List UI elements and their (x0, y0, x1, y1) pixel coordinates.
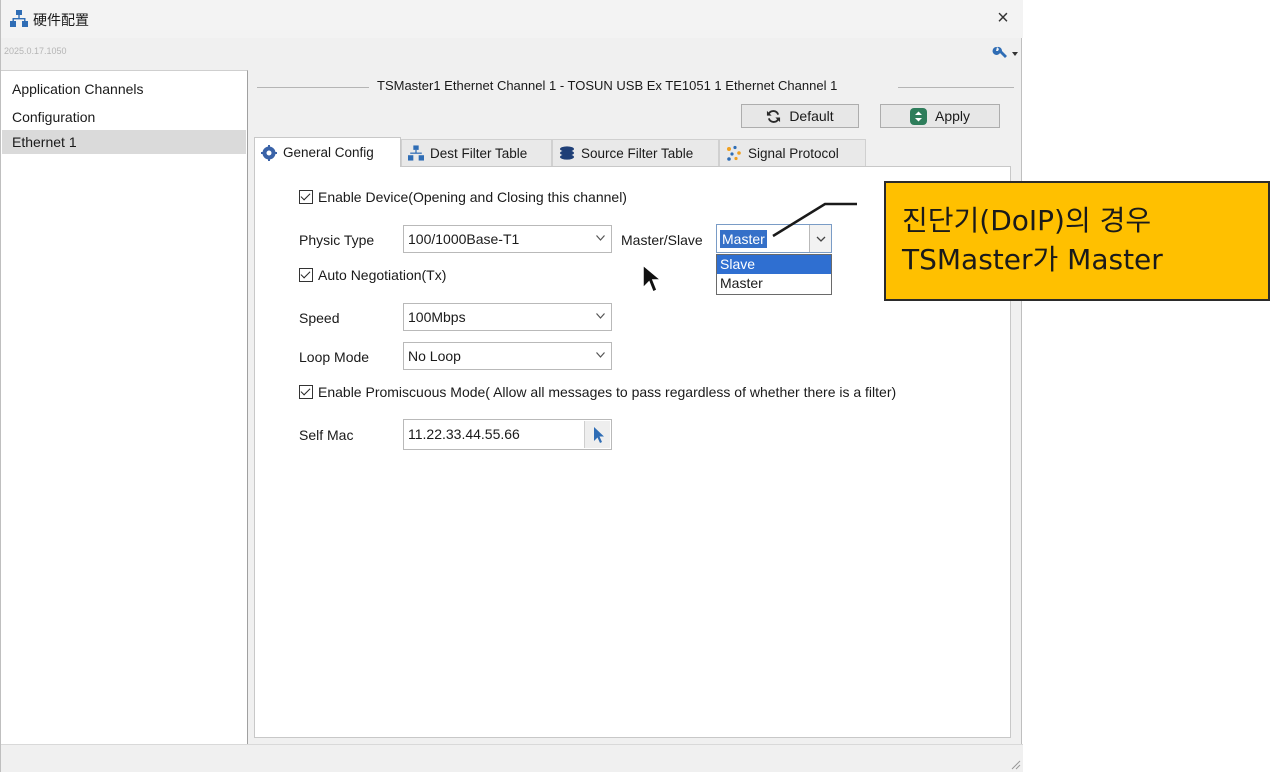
group-divider-left (257, 87, 369, 88)
annotation-callout: 진단기(DoIP)의 경우 TSMaster가 Master (884, 181, 1270, 301)
tab-general-config-label: General Config (283, 145, 374, 160)
physic-type-value: 100/1000Base-T1 (408, 231, 520, 247)
sidebar-item-configuration[interactable]: Configuration (12, 109, 95, 125)
speed-select[interactable]: 100Mbps (403, 303, 612, 331)
tab-source-filter-label: Source Filter Table (581, 145, 694, 161)
apply-icon (909, 107, 927, 125)
master-slave-value: Master (720, 230, 767, 248)
version-label: 2025.0.17.1050 (4, 46, 67, 56)
chevron-down-icon (596, 235, 605, 241)
master-slave-options: Slave Master (716, 254, 832, 295)
callout-pointer-line (772, 202, 857, 238)
loop-mode-select[interactable]: No Loop (403, 342, 612, 370)
self-mac-value: 11.22.33.44.55.66 (408, 426, 520, 442)
loop-mode-value: No Loop (408, 348, 461, 364)
enable-device-checkbox[interactable] (299, 190, 313, 204)
network-icon (408, 145, 424, 161)
promiscuous-mode-label: Enable Promiscuous Mode( Allow all messa… (318, 384, 897, 400)
physic-type-label: Physic Type (299, 232, 375, 248)
apply-button[interactable]: Apply (880, 104, 1000, 128)
callout-line-1: 진단기(DoIP)의 경우 (902, 204, 1152, 237)
enable-device-label: Enable Device(Opening and Closing this c… (318, 189, 627, 205)
wrench-menu-icon[interactable] (985, 44, 1019, 62)
apply-label: Apply (934, 108, 971, 124)
mouse-cursor-icon (642, 264, 663, 294)
speed-label: Speed (299, 310, 340, 326)
speed-value: 100Mbps (408, 309, 466, 325)
sidebar-item-application-channels[interactable]: Application Channels (12, 81, 144, 97)
enable-device-row[interactable]: Enable Device(Opening and Closing this c… (299, 189, 627, 205)
promiscuous-mode-checkbox[interactable] (299, 385, 313, 399)
close-button[interactable]: × (989, 4, 1017, 32)
refresh-icon (767, 109, 781, 123)
tab-dest-filter-label: Dest Filter Table (430, 145, 528, 161)
gear-icon (261, 144, 277, 161)
self-mac-label: Self Mac (299, 427, 354, 443)
status-bar (1, 744, 1023, 772)
tab-dest-filter-table[interactable]: Dest Filter Table (401, 139, 552, 166)
master-slave-label: Master/Slave (621, 232, 703, 248)
default-label: Default (789, 108, 834, 124)
self-mac-field[interactable]: 11.22.33.44.55.66 (403, 419, 612, 450)
auto-negotiation-label: Auto Negotiation(Tx) (318, 267, 447, 283)
group-divider-right (898, 87, 1014, 88)
promiscuous-mode-row[interactable]: Enable Promiscuous Mode( Allow all messa… (299, 384, 896, 400)
dots-icon (727, 145, 741, 161)
stack-icon (560, 146, 574, 160)
tab-general-config[interactable]: General Config (254, 137, 401, 167)
sidebar-item-ethernet-1[interactable]: Ethernet 1 (2, 130, 246, 154)
loop-mode-label: Loop Mode (299, 349, 370, 365)
pointer-icon (594, 427, 604, 443)
auto-negotiation-checkbox[interactable] (299, 268, 313, 282)
chevron-down-icon (596, 352, 605, 358)
tab-source-filter-table[interactable]: Source Filter Table (552, 139, 719, 166)
default-button[interactable]: Default (741, 104, 859, 128)
callout-line-2: TSMaster가 Master (902, 243, 1163, 276)
network-tree-icon (10, 10, 28, 27)
option-master[interactable]: Master (717, 274, 831, 293)
option-slave[interactable]: Slave (717, 255, 831, 274)
channel-tree: Application Channels Configuration Ether… (1, 70, 248, 744)
chevron-down-icon (596, 313, 605, 319)
channel-group-title: TSMaster1 Ethernet Channel 1 - TOSUN USB… (377, 78, 838, 93)
auto-negotiation-row[interactable]: Auto Negotiation(Tx) (299, 267, 446, 283)
resize-grip-icon[interactable] (1009, 758, 1021, 770)
tab-signal-protocol-label: Signal Protocol (748, 145, 839, 161)
hardware-config-window: 硬件配置 × 2025.0.17.1050 Application Channe… (0, 0, 1023, 772)
mac-picker-button[interactable] (584, 421, 610, 448)
physic-type-select[interactable]: 100/1000Base-T1 (403, 225, 612, 253)
window-title: 硬件配置 (33, 12, 89, 28)
tab-signal-protocol[interactable]: Signal Protocol (719, 139, 866, 166)
title-bar: 硬件配置 × (1, 0, 1023, 38)
